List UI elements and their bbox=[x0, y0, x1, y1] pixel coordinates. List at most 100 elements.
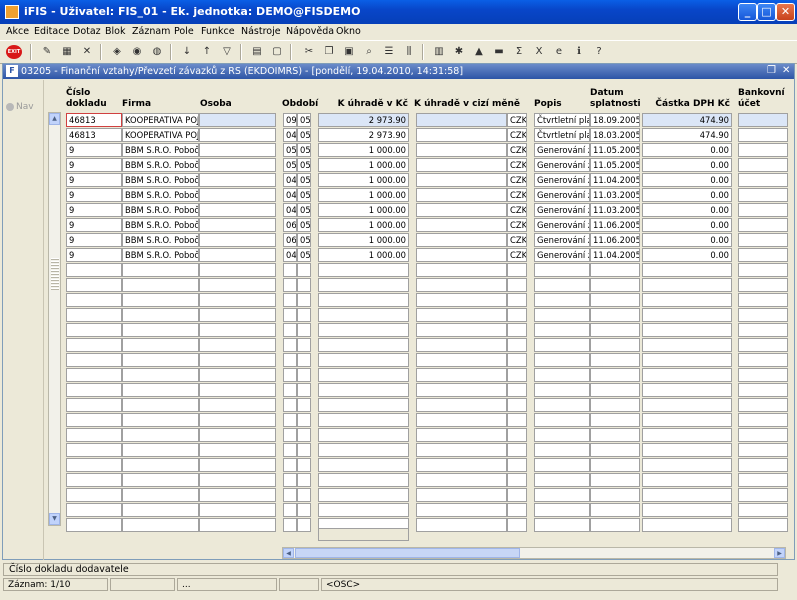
cell-cm[interactable] bbox=[416, 338, 507, 352]
cell-cm[interactable] bbox=[416, 458, 507, 472]
nav-toggle[interactable]: Nav bbox=[6, 102, 34, 112]
cell-obd2[interactable] bbox=[297, 488, 311, 502]
cell-mena[interactable]: CZK bbox=[507, 203, 527, 217]
cell-firma[interactable]: KOOPERATIVA POJ bbox=[122, 113, 199, 127]
cell-firma[interactable] bbox=[122, 263, 199, 277]
sort-descending-icon[interactable]: ↑ bbox=[200, 45, 214, 58]
cell-osoba[interactable] bbox=[199, 308, 276, 322]
menu-pole[interactable]: Pole bbox=[174, 26, 194, 37]
cell-cm[interactable] bbox=[416, 143, 507, 157]
cell-osoba[interactable] bbox=[199, 158, 276, 172]
cell-ucet[interactable] bbox=[738, 413, 788, 427]
cell-mena[interactable] bbox=[507, 323, 527, 337]
cell-firma[interactable]: BBM S.R.O. Pobočka bbox=[122, 218, 199, 232]
cell-mena[interactable] bbox=[507, 398, 527, 412]
cell-datum[interactable]: 11.03.2005 bbox=[590, 203, 640, 217]
cell-ucet[interactable] bbox=[738, 188, 788, 202]
cell-mena[interactable] bbox=[507, 503, 527, 517]
cell-popis[interactable] bbox=[534, 443, 590, 457]
cell-mena[interactable] bbox=[507, 518, 527, 532]
cell-osoba[interactable] bbox=[199, 263, 276, 277]
cell-firma[interactable] bbox=[122, 323, 199, 337]
cell-firma[interactable] bbox=[122, 473, 199, 487]
cell-ucet[interactable] bbox=[738, 353, 788, 367]
cell-obd2[interactable] bbox=[297, 308, 311, 322]
scroll-right-icon[interactable]: ▶ bbox=[774, 548, 785, 558]
cell-doklad[interactable] bbox=[66, 398, 122, 412]
cell-obd1[interactable] bbox=[283, 443, 297, 457]
cell-popis[interactable] bbox=[534, 518, 590, 532]
cell-obd2[interactable] bbox=[297, 518, 311, 532]
menu-akce[interactable]: Akce bbox=[6, 26, 29, 37]
cell-doklad[interactable] bbox=[66, 443, 122, 457]
sum-icon[interactable]: Σ bbox=[512, 45, 526, 58]
cell-ucet[interactable] bbox=[738, 323, 788, 337]
maximize-button[interactable]: □ bbox=[757, 3, 776, 21]
menu-nastroje[interactable]: Nástroje bbox=[241, 26, 281, 37]
horizontal-scrollbar[interactable]: ◀ ▶ bbox=[282, 547, 786, 559]
cell-doklad[interactable] bbox=[66, 293, 122, 307]
cell-cm[interactable] bbox=[416, 158, 507, 172]
cell-ucet[interactable] bbox=[738, 278, 788, 292]
cell-kc[interactable]: 1 000.00 bbox=[318, 248, 409, 262]
cell-popis[interactable]: Generování zálohy bbox=[534, 143, 590, 157]
cell-osoba[interactable] bbox=[199, 248, 276, 262]
cell-mena[interactable]: CZK bbox=[507, 188, 527, 202]
cell-popis[interactable] bbox=[534, 353, 590, 367]
cell-firma[interactable] bbox=[122, 293, 199, 307]
cell-datum[interactable]: 11.06.2005 bbox=[590, 233, 640, 247]
cell-dph[interactable]: 0.00 bbox=[642, 218, 732, 232]
cell-doklad[interactable] bbox=[66, 383, 122, 397]
cell-osoba[interactable] bbox=[199, 353, 276, 367]
cell-dph[interactable] bbox=[642, 278, 732, 292]
cell-kc[interactable]: 1 000.00 bbox=[318, 173, 409, 187]
cell-datum[interactable] bbox=[590, 383, 640, 397]
cell-ucet[interactable] bbox=[738, 113, 788, 127]
cell-kc[interactable] bbox=[318, 503, 409, 517]
cancel-query-icon[interactable]: ◍ bbox=[150, 45, 164, 58]
cell-ucet[interactable] bbox=[738, 368, 788, 382]
cell-osoba[interactable] bbox=[199, 428, 276, 442]
menu-blok[interactable]: Blok bbox=[105, 26, 125, 37]
cell-doklad[interactable] bbox=[66, 278, 122, 292]
cell-firma[interactable] bbox=[122, 353, 199, 367]
scroll-thumb[interactable] bbox=[295, 548, 520, 558]
cell-mena[interactable] bbox=[507, 383, 527, 397]
cell-firma[interactable]: BBM S.R.O. Pobočka bbox=[122, 233, 199, 247]
cell-mena[interactable]: CZK bbox=[507, 233, 527, 247]
cell-popis[interactable]: Generování zálohy bbox=[534, 158, 590, 172]
menu-dotaz[interactable]: Dotaz bbox=[73, 26, 101, 37]
cell-obd2[interactable] bbox=[297, 413, 311, 427]
cell-popis[interactable]: Čtvrtletní platba bbox=[534, 113, 590, 127]
cell-dph[interactable] bbox=[642, 413, 732, 427]
cell-obd1[interactable] bbox=[283, 293, 297, 307]
close-button[interactable]: ✕ bbox=[776, 3, 795, 21]
cell-popis[interactable] bbox=[534, 263, 590, 277]
preview-icon[interactable]: ▢ bbox=[270, 45, 284, 58]
cell-ucet[interactable] bbox=[738, 458, 788, 472]
cell-firma[interactable] bbox=[122, 518, 199, 532]
cell-firma[interactable]: KOOPERATIVA POJ bbox=[122, 128, 199, 142]
cell-obd2[interactable] bbox=[297, 503, 311, 517]
cell-osoba[interactable] bbox=[199, 398, 276, 412]
cell-datum[interactable] bbox=[590, 503, 640, 517]
cell-obd2[interactable] bbox=[297, 323, 311, 337]
scroll-down-icon[interactable]: ▼ bbox=[49, 513, 60, 525]
cell-kc[interactable] bbox=[318, 323, 409, 337]
cell-doklad[interactable] bbox=[66, 263, 122, 277]
cell-doklad[interactable]: 46813 bbox=[66, 113, 122, 127]
cell-kc[interactable] bbox=[318, 338, 409, 352]
cell-obd2[interactable]: 05 bbox=[297, 158, 311, 172]
menu-napoveda[interactable]: Nápověda bbox=[286, 26, 334, 37]
cell-kc[interactable]: 1 000.00 bbox=[318, 158, 409, 172]
cell-obd2[interactable] bbox=[297, 458, 311, 472]
enter-query-icon[interactable]: ◈ bbox=[110, 45, 124, 58]
copy-icon[interactable]: ❐ bbox=[322, 45, 336, 58]
cell-kc[interactable] bbox=[318, 398, 409, 412]
cell-kc[interactable] bbox=[318, 293, 409, 307]
cell-osoba[interactable] bbox=[199, 473, 276, 487]
cell-firma[interactable] bbox=[122, 383, 199, 397]
cell-doklad[interactable] bbox=[66, 473, 122, 487]
cell-doklad[interactable] bbox=[66, 503, 122, 517]
cell-firma[interactable] bbox=[122, 428, 199, 442]
